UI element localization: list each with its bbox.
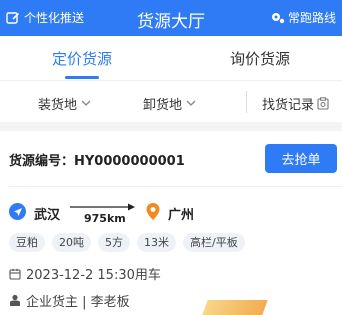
destination-city: 广州 <box>168 208 195 223</box>
cargo-card[interactable]: 货源编号：HY0000000001 去抢单 武汉 975km 广州 豆粕 20吨… <box>0 131 342 315</box>
load-place-filter[interactable]: 装货地 <box>38 94 91 113</box>
chevron-down-icon <box>81 100 91 106</box>
cargo-tag: 13米 <box>137 233 176 252</box>
history-icon <box>317 97 329 110</box>
use-time: 2023-12-2 15:30用车 <box>26 268 161 283</box>
route-arrow-icon <box>70 203 135 211</box>
unload-place-filter[interactable]: 卸货地 <box>143 94 196 113</box>
owner-name: 企业货主 | 李老板 <box>26 295 130 310</box>
route-distance: 975km <box>84 212 126 225</box>
filter-divider <box>246 91 247 113</box>
search-history-button[interactable]: 找货记录 <box>262 94 329 113</box>
use-time-row: 2023-12-2 15:30用车 <box>9 264 161 283</box>
destination-pin-icon <box>146 203 160 220</box>
routes-label: 常跑路线 <box>287 11 336 25</box>
active-tab-indicator <box>65 76 99 79</box>
calendar-icon <box>9 268 21 280</box>
frequent-routes[interactable]: 常跑路线 <box>271 9 336 26</box>
route-row: 武汉 975km 广州 <box>0 196 342 226</box>
cargo-tag: 5方 <box>98 233 130 252</box>
route-icon <box>271 11 285 25</box>
card-divider <box>9 186 342 187</box>
owner-row: 企业货主 | 李老板 <box>9 291 130 310</box>
unload-place-label: 卸货地 <box>143 98 183 113</box>
cargo-tag: 豆粕 <box>9 233 45 252</box>
owner-icon <box>10 294 20 306</box>
top-header: 个性化推送 货源大厅 常跑路线 <box>0 0 342 36</box>
origin-city: 武汉 <box>34 208 61 223</box>
cargo-tag: 高栏/平板 <box>183 233 245 252</box>
departure-icon <box>9 203 26 220</box>
load-place-label: 装货地 <box>38 98 78 113</box>
cargo-tags: 豆粕 20吨 5方 13米 高栏/平板 <box>9 233 252 252</box>
filter-bar: 装货地 卸货地 找货记录 <box>0 80 342 122</box>
grab-order-button[interactable]: 去抢单 <box>265 144 337 173</box>
chevron-down-icon <box>186 100 196 106</box>
source-number: 货源编号：HY0000000001 <box>9 154 185 169</box>
source-tabs: 定价货源 询价货源 <box>0 36 342 80</box>
tab-inquiry-source[interactable]: 询价货源 <box>230 48 290 69</box>
history-label: 找货记录 <box>262 98 315 113</box>
cargo-tag: 20吨 <box>52 233 91 252</box>
tab-priced-source[interactable]: 定价货源 <box>52 48 112 69</box>
decorative-banner-corner <box>202 300 268 315</box>
